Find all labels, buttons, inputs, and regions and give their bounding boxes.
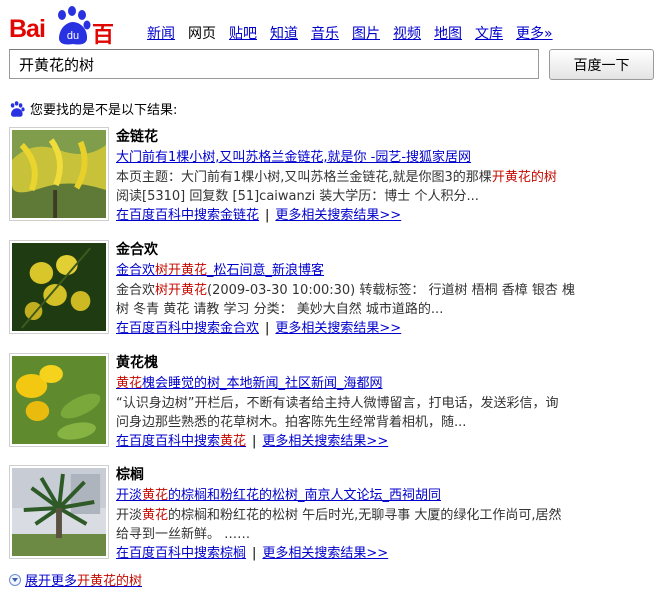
nav-video[interactable]: 视频 [393, 23, 421, 43]
logo-text-bai: Bai [9, 15, 46, 43]
top-nav: 新闻 网页 贴吧 知道 音乐 图片 视频 地图 文库 更多» [147, 23, 566, 43]
result-thumbnail[interactable] [9, 240, 109, 334]
baike-search-link[interactable]: 在百度百科中搜索黄花 [116, 434, 246, 449]
search-button[interactable]: 百度一下 [549, 49, 654, 80]
nav-images[interactable]: 图片 [352, 23, 380, 43]
result-link[interactable]: 开淡黄花的棕榈和粉红花的松树_南京人文论坛_西祠胡同 [116, 486, 656, 506]
result-item: 金合欢 金合欢树开黄花_松石间意_新浪博客 金合欢树开黄花(2009-03-30… [9, 240, 649, 348]
expand-more-link[interactable]: 展开更多开黄花的树 [25, 570, 142, 589]
more-results-link[interactable]: 更多相关搜索结果>> [262, 434, 388, 449]
result-link[interactable]: 黄花槐会睡觉的树_本地新闻_社区新闻_海都网 [116, 374, 656, 394]
expand-down-icon [9, 573, 21, 586]
result-snippet: 金合欢树开黄花(2009-03-30 10:00:30) 转载标签： 行道树 梧… [116, 283, 576, 317]
nav-tieba[interactable]: 贴吧 [229, 23, 257, 43]
paw-icon [10, 100, 25, 117]
result-link[interactable]: 金合欢树开黄花_松石间意_新浪博客 [116, 261, 656, 281]
result-item: 金链花 大门前有1棵小树,又叫苏格兰金链花,就是你 -园艺-搜狐家居网 本页主题… [9, 127, 649, 235]
nav-more[interactable]: 更多» [516, 23, 553, 43]
sophora-image [12, 356, 106, 444]
logo-text-du: du [67, 30, 79, 42]
result-item: 棕榈 开淡黄花的棕榈和粉红花的松树_南京人文论坛_西祠胡同 开淡黄花的棕榈和粉红… [9, 465, 649, 573]
result-title: 棕榈 [116, 467, 144, 483]
result-snippet: 本页主题：大门前有1棵小树,又叫苏格兰金链花,就是你图3的那棵开黄花的树 阅读[5… [116, 170, 557, 204]
more-results-link[interactable]: 更多相关搜索结果>> [262, 546, 388, 561]
search-input[interactable] [9, 49, 539, 79]
nav-news[interactable]: 新闻 [147, 23, 175, 43]
paw-logo-icon: du [58, 6, 91, 45]
baike-search-link[interactable]: 在百度百科中搜索棕榈 [116, 546, 246, 561]
baike-search-link[interactable]: 在百度百科中搜索金链花 [116, 208, 259, 223]
nav-music[interactable]: 音乐 [311, 23, 339, 43]
laburnum-image [12, 130, 106, 218]
result-link[interactable]: 大门前有1棵小树,又叫苏格兰金链花,就是你 -园艺-搜狐家居网 [116, 148, 656, 168]
result-snippet: “认识身边树”开栏后，不断有读者给主持人微博留言，打电话，发送彩信，询 问身边那些… [116, 396, 559, 430]
more-results-link[interactable]: 更多相关搜索结果>> [275, 208, 401, 223]
palm-image [12, 468, 106, 556]
suggestion-text: 您要找的是不是以下结果: [30, 103, 178, 118]
result-thumbnail[interactable] [9, 353, 109, 447]
result-title: 金合欢 [116, 242, 158, 258]
nav-web-current: 网页 [188, 26, 216, 42]
nav-zhidao[interactable]: 知道 [270, 23, 298, 43]
expand-more[interactable]: 展开更多开黄花的树 [9, 570, 142, 589]
result-title: 金链花 [116, 129, 158, 145]
nav-map[interactable]: 地图 [434, 23, 462, 43]
acacia-image [12, 243, 106, 331]
result-title: 黄花槐 [116, 355, 158, 371]
baike-search-link[interactable]: 在百度百科中搜索金合欢 [116, 321, 259, 336]
suggestion-header: 您要找的是不是以下结果: [9, 99, 177, 118]
result-snippet: 开淡黄花的棕榈和粉红花的松树 午后时光,无聊寻事 大厦的绿化工作尚可,居然 给寻到… [116, 508, 562, 542]
baidu-logo[interactable]: Bai du 百度 [9, 6, 131, 80]
result-thumbnail[interactable] [9, 465, 109, 559]
result-thumbnail[interactable] [9, 127, 109, 221]
more-results-link[interactable]: 更多相关搜索结果>> [275, 321, 401, 336]
nav-wenku[interactable]: 文库 [475, 23, 503, 43]
result-item: 黄花槐 黄花槐会睡觉的树_本地新闻_社区新闻_海都网 “认识身边树”开栏后，不断… [9, 353, 649, 461]
